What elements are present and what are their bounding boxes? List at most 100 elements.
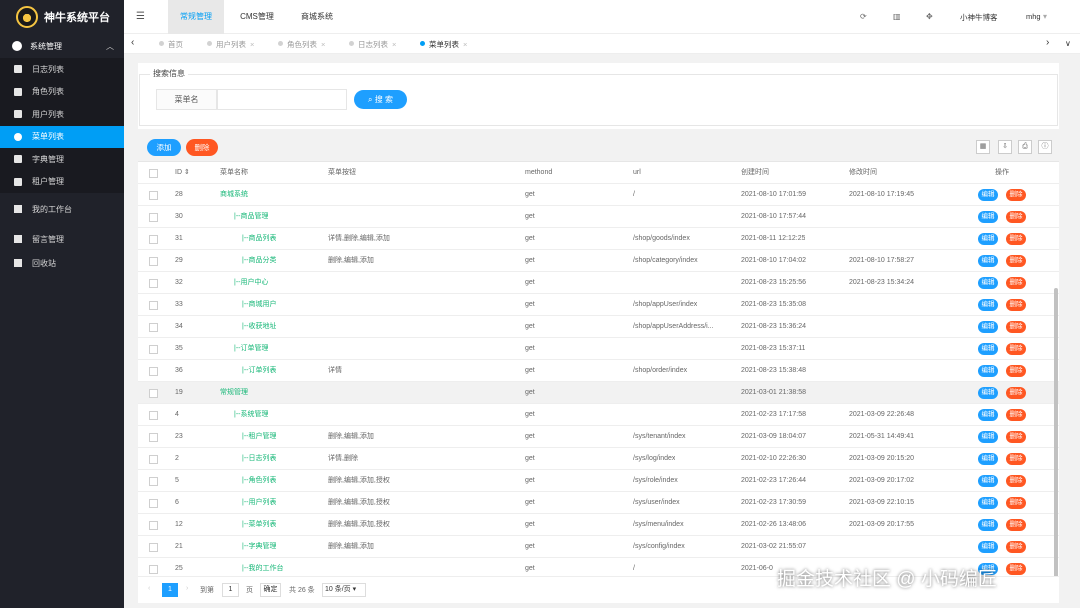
chevron-left-icon[interactable]: ‹ [131, 37, 134, 48]
edit-button[interactable]: 编辑 [978, 431, 998, 443]
top-tab-cms[interactable]: CMS管理 [228, 0, 286, 34]
delete-button[interactable]: 删除 [186, 139, 218, 156]
delete-row-button[interactable]: 删除 [1006, 211, 1026, 223]
tab-user[interactable]: 用户列表 × [207, 39, 254, 50]
table-row[interactable]: 31 |--商品列表 详情,删除,编辑,添加 get/shop/goods/index… [138, 228, 1059, 250]
row-checkbox[interactable] [149, 301, 158, 310]
edit-button[interactable]: 编辑 [978, 321, 998, 333]
close-icon[interactable]: × [321, 40, 325, 49]
table-row[interactable]: 36 |--订单列表 详情 get/shop/order/index 2021-08-2… [138, 360, 1059, 382]
sidebar-item-role[interactable]: 角色列表 [0, 80, 124, 103]
sidebar-item-user[interactable]: 用户列表 [0, 103, 124, 126]
edit-button[interactable]: 编辑 [978, 453, 998, 465]
row-checkbox[interactable] [149, 323, 158, 332]
edit-button[interactable]: 编辑 [978, 255, 998, 267]
row-checkbox[interactable] [149, 433, 158, 442]
tab-log[interactable]: 日志列表 × [349, 39, 396, 50]
sidebar-item-message[interactable]: 留言管理 [0, 227, 124, 251]
edit-button[interactable]: 编辑 [978, 233, 998, 245]
menu-toggle-icon[interactable]: ☰ [136, 11, 145, 22]
row-checkbox[interactable] [149, 477, 158, 486]
delete-row-button[interactable]: 删除 [1006, 497, 1026, 509]
table-row[interactable]: 2 |--日志列表 详情,删除 get/sys/log/index 2021-02-10… [138, 448, 1059, 470]
search-button[interactable]: ⌕ 搜 索 [354, 90, 407, 109]
row-checkbox[interactable] [149, 235, 158, 244]
edit-button[interactable]: 编辑 [978, 299, 998, 311]
delete-row-button[interactable]: 删除 [1006, 189, 1026, 201]
edit-button[interactable]: 编辑 [978, 387, 998, 399]
delete-row-button[interactable]: 删除 [1006, 431, 1026, 443]
edit-button[interactable]: 编辑 [978, 189, 998, 201]
sidebar-group-system[interactable]: 系统管理 ︿ [0, 34, 124, 58]
chevron-down-icon[interactable]: ▾ [1043, 12, 1047, 21]
scrollbar[interactable] [1054, 288, 1058, 581]
table-row[interactable]: 4 |--系统管理 get 2021-02-23 17:17:58 2021-03-09… [138, 404, 1059, 426]
prev-page-icon[interactable]: ‹ [148, 585, 150, 592]
table-row[interactable]: 32 |--用户中心 get 2021-08-23 15:25:56 2021-08-2… [138, 272, 1059, 294]
delete-row-button[interactable]: 删除 [1006, 255, 1026, 267]
row-checkbox[interactable] [149, 411, 158, 420]
edit-button[interactable]: 编辑 [978, 475, 998, 487]
refresh-icon[interactable]: ⟳ [860, 12, 867, 21]
sidebar-item-tenant[interactable]: 租户管理 [0, 170, 124, 193]
tab-role[interactable]: 角色列表 × [278, 39, 325, 50]
edit-button[interactable]: 编辑 [978, 365, 998, 377]
table-row[interactable]: 6 |--用户列表 删除,编辑,添加,授权 get/sys/user/index 202… [138, 492, 1059, 514]
delete-row-button[interactable]: 删除 [1006, 343, 1026, 355]
delete-row-button[interactable]: 删除 [1006, 563, 1026, 575]
delete-row-button[interactable]: 删除 [1006, 299, 1026, 311]
table-row[interactable]: 33 |--商城用户 get/shop/appUser/index 2021-08-2… [138, 294, 1059, 316]
select-all-checkbox[interactable] [149, 169, 158, 178]
sidebar-item-menu[interactable]: 菜单列表 [0, 125, 124, 148]
sidebar-item-workbench[interactable]: 我的工作台 [0, 197, 124, 221]
close-icon[interactable]: × [463, 40, 467, 49]
export-icon[interactable]: ⇩ [998, 140, 1012, 154]
row-checkbox[interactable] [149, 543, 158, 552]
chevron-down-icon[interactable]: ∨ [1065, 39, 1071, 48]
delete-row-button[interactable]: 删除 [1006, 453, 1026, 465]
row-checkbox[interactable] [149, 279, 158, 288]
info-icon[interactable]: ⓘ [1038, 140, 1052, 154]
edit-button[interactable]: 编辑 [978, 497, 998, 509]
sidebar-item-log[interactable]: 日志列表 [0, 58, 124, 81]
tab-menu[interactable]: 菜单列表 × [420, 39, 467, 50]
table-row[interactable]: 19 常规管理 get 2021-03-01 21:38:58 编辑 删除 [138, 382, 1059, 404]
table-row[interactable]: 28 商城系统 get / 2021-08-10 17:01:59 2021-08-10 … [138, 184, 1059, 206]
table-row[interactable]: 5 |--角色列表 删除,编辑,添加,授权 get/sys/role/index 202… [138, 470, 1059, 492]
edit-button[interactable]: 编辑 [978, 211, 998, 223]
close-icon[interactable]: × [392, 40, 396, 49]
table-row[interactable]: 29 |--商品分类 删除,编辑,添加 get/shop/category/index… [138, 250, 1059, 272]
chevron-right-icon[interactable]: › [1046, 37, 1049, 48]
per-page-select[interactable]: 10 条/页 ▾ [322, 583, 366, 597]
row-checkbox[interactable] [149, 499, 158, 508]
top-tab-general[interactable]: 常规管理 [168, 0, 224, 34]
edit-button[interactable]: 编辑 [978, 519, 998, 531]
table-row[interactable]: 35 |--订单管理 get 2021-08-23 15:37:11 编辑 删除 [138, 338, 1059, 360]
delete-row-button[interactable]: 删除 [1006, 519, 1026, 531]
edit-button[interactable]: 编辑 [978, 409, 998, 421]
logo[interactable]: 神牛系统平台 [0, 0, 124, 34]
confirm-button[interactable]: 确定 [260, 583, 281, 597]
row-checkbox[interactable] [149, 213, 158, 222]
edit-button[interactable]: 编辑 [978, 343, 998, 355]
table-row[interactable]: 34 |--收获地址 get/shop/appUserAddress/i... 202… [138, 316, 1059, 338]
delete-row-button[interactable]: 删除 [1006, 409, 1026, 421]
row-checkbox[interactable] [149, 455, 158, 464]
table-row[interactable]: 23 |--租户管理 删除,编辑,添加 get/sys/tenant/index 202… [138, 426, 1059, 448]
next-page-icon[interactable]: › [186, 585, 188, 592]
user-name[interactable]: 小神牛博客 [960, 12, 998, 23]
table-row[interactable]: 21 |--字典管理 删除,编辑,添加 get/sys/config/index 202… [138, 536, 1059, 558]
print-icon[interactable]: ⎙ [1018, 140, 1032, 154]
add-button[interactable]: 添加 [147, 139, 181, 156]
delete-row-button[interactable]: 删除 [1006, 387, 1026, 399]
sidebar-item-recycle[interactable]: 回收站 [0, 251, 124, 275]
account-menu[interactable]: mhg [1026, 12, 1041, 21]
row-checkbox[interactable] [149, 345, 158, 354]
top-tab-shop[interactable]: 商城系统 [290, 0, 344, 34]
col-id[interactable]: ID ⇕ [175, 162, 190, 184]
delete-row-button[interactable]: 删除 [1006, 233, 1026, 245]
sidebar-item-dict[interactable]: 字典管理 [0, 148, 124, 171]
page-input[interactable]: 1 [222, 583, 239, 597]
row-checkbox[interactable] [149, 257, 158, 266]
table-row[interactable]: 30 |--商品管理 get 2021-08-10 17:57:44 编辑 删除 [138, 206, 1059, 228]
